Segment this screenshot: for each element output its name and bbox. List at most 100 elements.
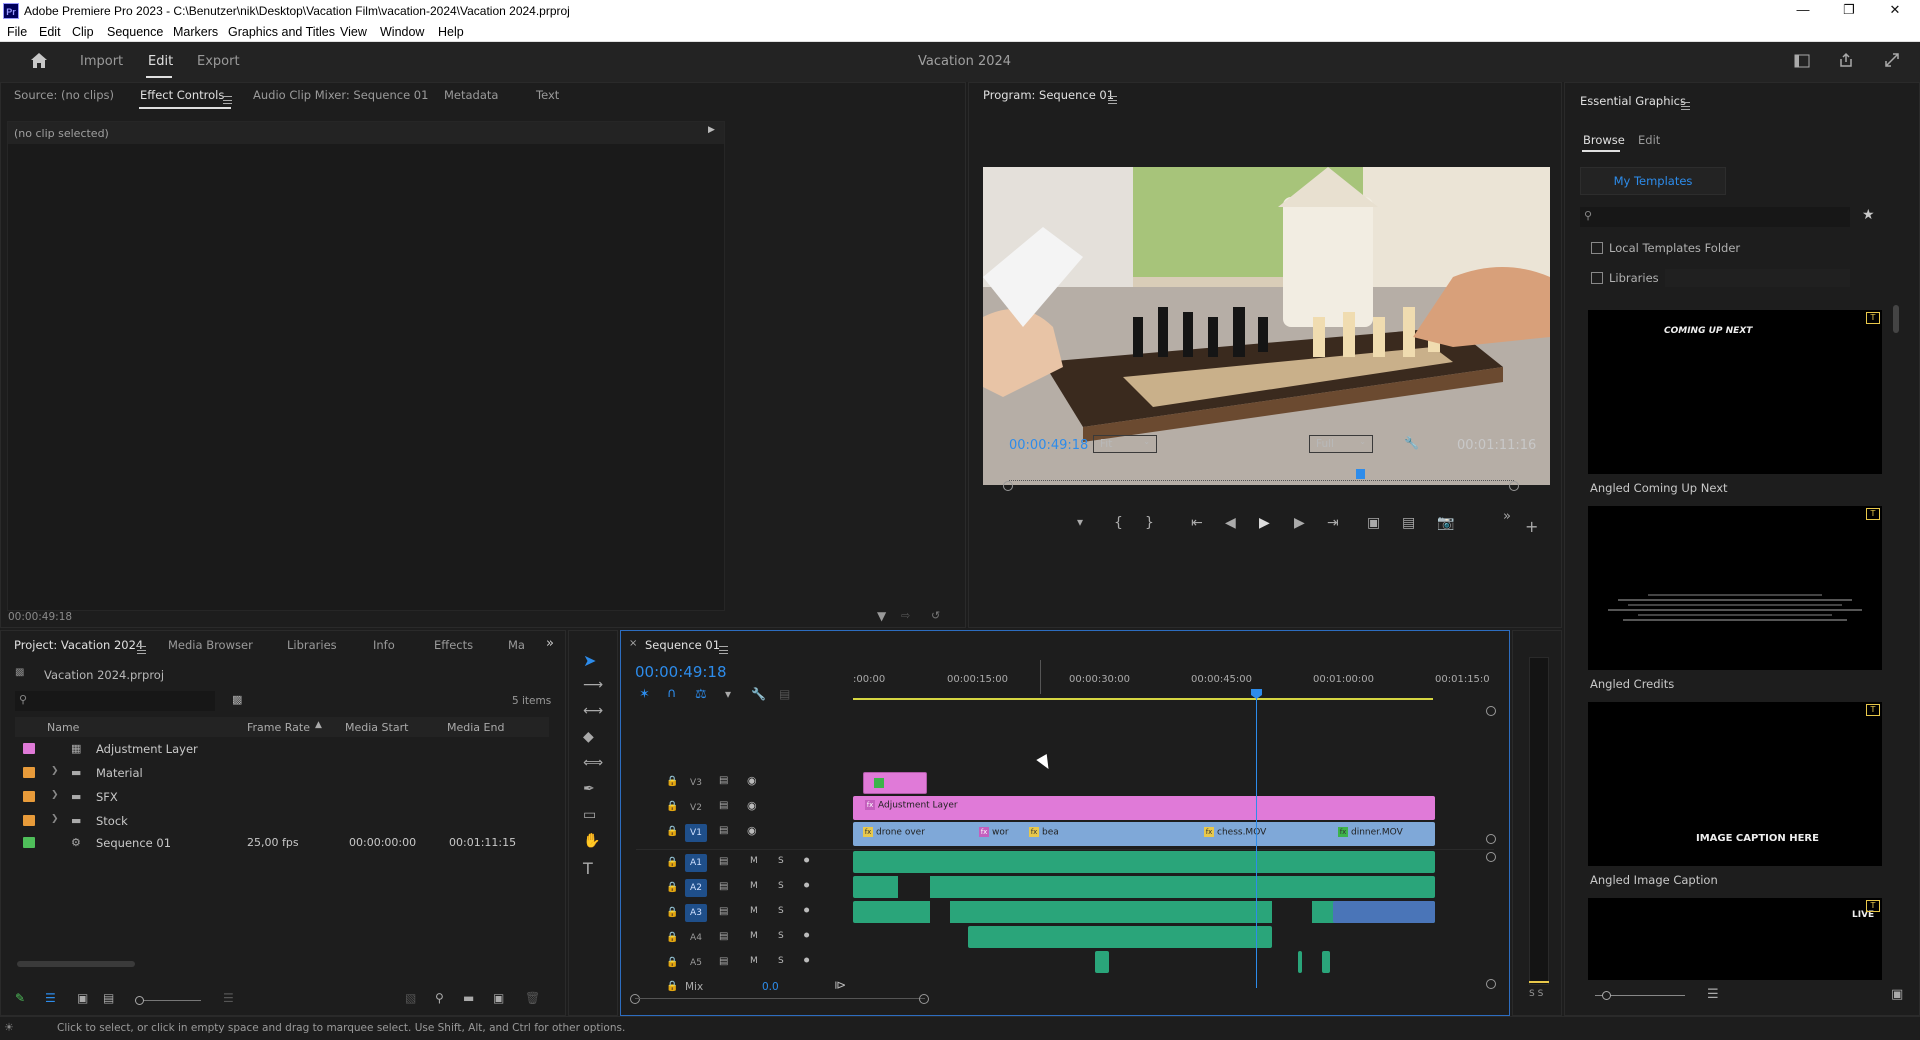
mark-out-icon[interactable]: } xyxy=(1145,515,1154,531)
template-card-coming-up-next[interactable]: COMING UP NEXT T xyxy=(1588,310,1882,474)
panel-menu-icon[interactable] xyxy=(137,645,146,654)
mark-in-icon[interactable]: { xyxy=(1114,515,1123,531)
expand-chevron-icon[interactable]: ❯ xyxy=(51,790,59,800)
v3-clip[interactable] xyxy=(863,772,927,794)
panel-menu-icon[interactable] xyxy=(223,95,232,104)
lock-icon[interactable]: 🔒 xyxy=(666,957,678,968)
track-v1[interactable]: V1 xyxy=(685,824,707,842)
menu-window[interactable]: Window xyxy=(380,25,424,39)
label-color-swatch[interactable] xyxy=(23,767,35,778)
tab-text[interactable]: Text xyxy=(536,88,559,102)
tab-metadata[interactable]: Metadata xyxy=(444,88,498,102)
scrub-end-handle[interactable] xyxy=(1509,481,1519,491)
tab-markers-truncated[interactable]: Ma xyxy=(508,638,525,652)
mute-button[interactable]: M xyxy=(750,881,758,891)
mix-value[interactable]: 0.0 xyxy=(762,981,779,993)
v-scroll-handle[interactable] xyxy=(1486,706,1496,716)
lock-icon[interactable]: 🔒 xyxy=(666,907,678,918)
tab-audio-clip-mixer[interactable]: Audio Clip Mixer: Sequence 01 xyxy=(253,88,428,102)
libraries-checkbox[interactable] xyxy=(1591,272,1603,284)
tab-project[interactable]: Project: Vacation 2024 xyxy=(14,638,143,652)
step-forward-icon[interactable]: ▶ xyxy=(1294,515,1305,531)
solo-meter-button[interactable]: S S xyxy=(1529,989,1543,999)
sync-lock-icon[interactable]: ▤ xyxy=(719,800,728,811)
hand-tool-icon[interactable]: ✋ xyxy=(583,833,600,849)
my-templates-button[interactable]: My Templates xyxy=(1580,167,1726,195)
expand-arrow-icon[interactable]: ▶ xyxy=(708,125,715,135)
track-select-tool-icon[interactable]: ⟶ xyxy=(583,677,603,693)
menu-help[interactable]: Help xyxy=(438,25,464,39)
resolution-dropdown[interactable]: Full ⌄ xyxy=(1309,435,1373,453)
lock-icon[interactable]: 🔒 xyxy=(666,932,678,943)
type-tool-icon[interactable]: T xyxy=(583,859,593,878)
sequence-tab[interactable]: Sequence 01 xyxy=(645,638,720,652)
program-scrub-bar[interactable] xyxy=(1009,473,1514,481)
export-frame-icon[interactable]: 📷 xyxy=(1437,515,1454,531)
menu-markers[interactable]: Markers xyxy=(173,25,218,39)
track-a4[interactable]: A4 xyxy=(685,929,707,947)
play-icon[interactable]: ▶ xyxy=(1259,515,1270,531)
pen-tool-icon[interactable]: ✒ xyxy=(583,781,595,797)
label-color-swatch[interactable] xyxy=(23,791,35,802)
zoom-slider[interactable] xyxy=(139,1000,201,1001)
project-row-material[interactable]: ❯ ▬ Material xyxy=(15,761,549,785)
solo-button[interactable]: S xyxy=(778,931,784,941)
thumbnail-size-handle[interactable] xyxy=(1602,991,1611,1000)
a-scroll-handle[interactable] xyxy=(1486,852,1496,862)
label-color-swatch[interactable] xyxy=(23,815,35,826)
microphone-icon[interactable]: ⚫ xyxy=(802,879,811,892)
template-card-live[interactable]: LIVE T xyxy=(1588,898,1882,980)
add-marker-icon[interactable]: ▾ xyxy=(725,687,731,701)
mute-button[interactable]: M xyxy=(750,956,758,966)
mute-button[interactable]: M xyxy=(750,906,758,916)
lift-icon[interactable]: ▣ xyxy=(1367,515,1380,531)
zoom-slider-handle[interactable] xyxy=(135,996,144,1005)
a5-audio-clip[interactable] xyxy=(1322,951,1330,973)
sort-icon[interactable]: ☰ xyxy=(1707,987,1719,1002)
track-a5[interactable]: A5 xyxy=(685,954,707,972)
project-row-sequence-01[interactable]: ⚙ Sequence 01 25,00 fps 00:00:00:00 00:0… xyxy=(15,831,549,855)
work-area-bar[interactable] xyxy=(853,698,1433,700)
template-card-image-caption[interactable]: IMAGE CAPTION HERE T xyxy=(1588,702,1882,866)
sync-lock-icon[interactable]: ▤ xyxy=(719,906,728,917)
panel-menu-icon[interactable] xyxy=(719,645,728,654)
a3-music-clip[interactable] xyxy=(1333,901,1435,923)
microphone-icon[interactable]: ⚫ xyxy=(802,904,811,917)
program-playhead[interactable] xyxy=(1355,469,1365,479)
label-color-swatch[interactable] xyxy=(23,743,35,754)
fullscreen-icon[interactable] xyxy=(1884,52,1900,68)
sync-lock-icon[interactable]: ▤ xyxy=(719,856,728,867)
fit-dropdown[interactable]: Fit ⌄ xyxy=(1093,435,1157,453)
tab-edit[interactable]: Edit xyxy=(148,54,173,69)
home-icon[interactable] xyxy=(30,52,48,70)
template-card-credits[interactable]: T xyxy=(1588,506,1882,670)
tab-import[interactable]: Import xyxy=(80,54,123,69)
track-a2[interactable]: A2 xyxy=(685,879,707,897)
menu-view[interactable]: View xyxy=(340,25,367,39)
a1-audio-clips[interactable] xyxy=(853,851,1435,873)
lock-icon[interactable]: 🔒 xyxy=(666,776,678,787)
sync-lock-icon[interactable]: ▤ xyxy=(719,825,728,836)
wrench-icon[interactable]: 🔧 xyxy=(1404,436,1419,450)
tab-edit-graphics[interactable]: Edit xyxy=(1638,133,1660,147)
workspace-panel-icon[interactable] xyxy=(1794,54,1810,68)
solo-button[interactable]: S xyxy=(778,906,784,916)
timeline-horizontal-scrollbar[interactable] xyxy=(635,998,925,999)
a5-audio-clip[interactable] xyxy=(1095,951,1109,973)
mute-button[interactable]: M xyxy=(750,931,758,941)
lock-icon[interactable]: 🔒 xyxy=(666,857,678,868)
track-a3[interactable]: A3 xyxy=(685,904,707,922)
menu-sequence[interactable]: Sequence xyxy=(107,25,163,39)
a5-audio-clip[interactable] xyxy=(1298,951,1302,973)
minimize-button[interactable]: — xyxy=(1780,0,1826,22)
v1-clip-wor[interactable]: fx wor xyxy=(975,826,1015,842)
solo-button[interactable]: S xyxy=(778,956,784,966)
solo-button[interactable]: S xyxy=(778,881,784,891)
microphone-icon[interactable]: ⚫ xyxy=(802,854,811,867)
menu-file[interactable]: File xyxy=(7,25,27,39)
mix-keyframe-nav-icon[interactable]: ⧐ xyxy=(834,978,846,992)
tab-effects[interactable]: Effects xyxy=(434,638,473,652)
panel-menu-icon[interactable] xyxy=(1108,95,1117,104)
project-row-stock[interactable]: ❯ ▬ Stock xyxy=(15,809,549,833)
overflow-chevron-icon[interactable]: » xyxy=(1503,509,1511,524)
